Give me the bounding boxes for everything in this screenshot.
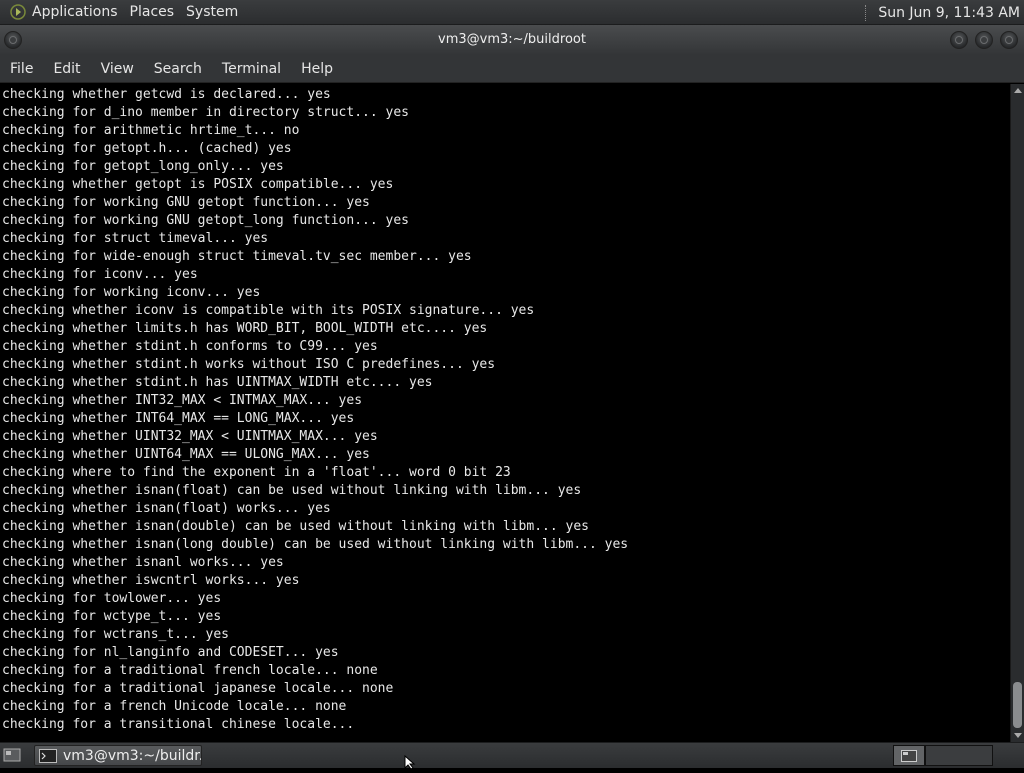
terminal-line: checking whether isnan(float) works... y… [2,501,331,516]
terminal-line: checking for wide-enough struct timeval.… [2,249,472,264]
menu-help[interactable]: Help [291,61,343,77]
applications-icon[interactable] [10,4,26,20]
terminal-line: checking for getopt.h... (cached) yes [2,141,292,156]
close-button[interactable] [1000,31,1018,49]
terminal-line: checking for working GNU getopt function… [2,195,370,210]
menu-file[interactable]: File [0,61,43,77]
menu-search[interactable]: Search [144,61,212,77]
workspace-icon [901,749,917,762]
terminal-line: checking whether INT32_MAX < INTMAX_MAX.… [2,393,363,408]
terminal-line: checking for d_ino member in directory s… [2,105,409,120]
terminal-line: checking whether UINT32_MAX < UINTMAX_MA… [2,429,378,444]
menu-places[interactable]: Places [130,4,175,20]
menu-terminal[interactable]: Terminal [212,61,291,77]
panel-separator [865,4,868,21]
taskbar-terminal-button[interactable]: vm3@vm3:~/buildr... [34,745,202,766]
terminal-output[interactable]: checking whether getcwd is declared... y… [0,84,1010,742]
terminal-line: checking whether isnan(float) can be use… [2,483,582,498]
terminal-line: checking whether iswcntrl works... yes [2,573,300,588]
clock[interactable]: Sun Jun 9, 11:43 AM [878,5,1020,21]
menu-edit[interactable]: Edit [43,61,90,77]
window-title: vm3@vm3:~/buildroot [438,32,586,47]
menu-system[interactable]: System [186,4,238,20]
terminal-line: checking whether INT64_MAX == LONG_MAX..… [2,411,355,426]
terminal-line: checking whether limits.h has WORD_BIT, … [2,321,488,336]
terminal-line: checking for a transitional chinese loca… [2,717,355,732]
terminal-line: checking whether UINT64_MAX == ULONG_MAX… [2,447,370,462]
terminal-line: checking for a french Unicode locale... … [2,699,347,714]
terminal-line: checking for working iconv... yes [2,285,261,300]
window-titlebar[interactable]: vm3@vm3:~/buildroot [0,25,1024,55]
mouse-pointer-icon [404,754,418,770]
terminal-line: checking whether isnan(double) can be us… [2,519,589,534]
terminal-line: checking for a traditional japanese loca… [2,681,394,696]
scroll-down-icon[interactable] [1014,733,1022,738]
terminal-line: checking for nl_langinfo and CODESET... … [2,645,339,660]
terminal-line: checking for working GNU getopt_long fun… [2,213,409,228]
bottom-panel: vm3@vm3:~/buildr... [0,742,1024,768]
terminal-line: checking whether stdint.h has UINTMAX_WI… [2,375,433,390]
workspace-1[interactable] [893,745,925,766]
terminal-line: checking whether isnan(long double) can … [2,537,629,552]
terminal-line: checking for getopt_long_only... yes [2,159,284,174]
menubar: File Edit View Search Terminal Help [0,55,1024,83]
show-desktop-icon[interactable] [2,746,22,764]
scroll-up-icon[interactable] [1014,88,1022,93]
terminal-line: checking for a traditional french locale… [2,663,378,678]
terminal-line: checking where to find the exponent in a… [2,465,511,480]
terminal-line: checking for struct timeval... yes [2,231,269,246]
terminal-lines: checking whether getcwd is declared... y… [0,84,1010,734]
terminal-line: checking whether stdint.h works without … [2,357,496,372]
terminal-line: checking for wctrans_t... yes [2,627,229,642]
menu-applications[interactable]: Applications [32,4,118,20]
terminal-line: checking whether getopt is POSIX compati… [2,177,394,192]
terminal-line: checking whether isnanl works... yes [2,555,284,570]
workspace-2[interactable] [925,745,993,766]
terminal-line: checking whether getcwd is declared... y… [2,87,331,102]
terminal-line: checking for iconv... yes [2,267,198,282]
terminal-line: checking for wctype_t... yes [2,609,222,624]
top-panel: Applications Places System Sun Jun 9, 11… [0,0,1024,25]
scrollbar-thumb[interactable] [1013,682,1022,728]
menu-view[interactable]: View [91,61,144,77]
terminal-line: checking whether stdint.h conforms to C9… [2,339,378,354]
minimize-button[interactable] [950,31,968,49]
maximize-button[interactable] [975,31,993,49]
terminal-icon [39,748,57,763]
terminal-line: checking for towlower... yes [2,591,222,606]
terminal-line: checking whether iconv is compatible wit… [2,303,535,318]
clock-area: Sun Jun 9, 11:43 AM [865,0,1024,25]
vertical-scrollbar[interactable] [1010,84,1024,742]
terminal-line: checking for arithmetic hrtime_t... no [2,123,300,138]
taskbar-terminal-label: vm3@vm3:~/buildr... [63,747,202,764]
